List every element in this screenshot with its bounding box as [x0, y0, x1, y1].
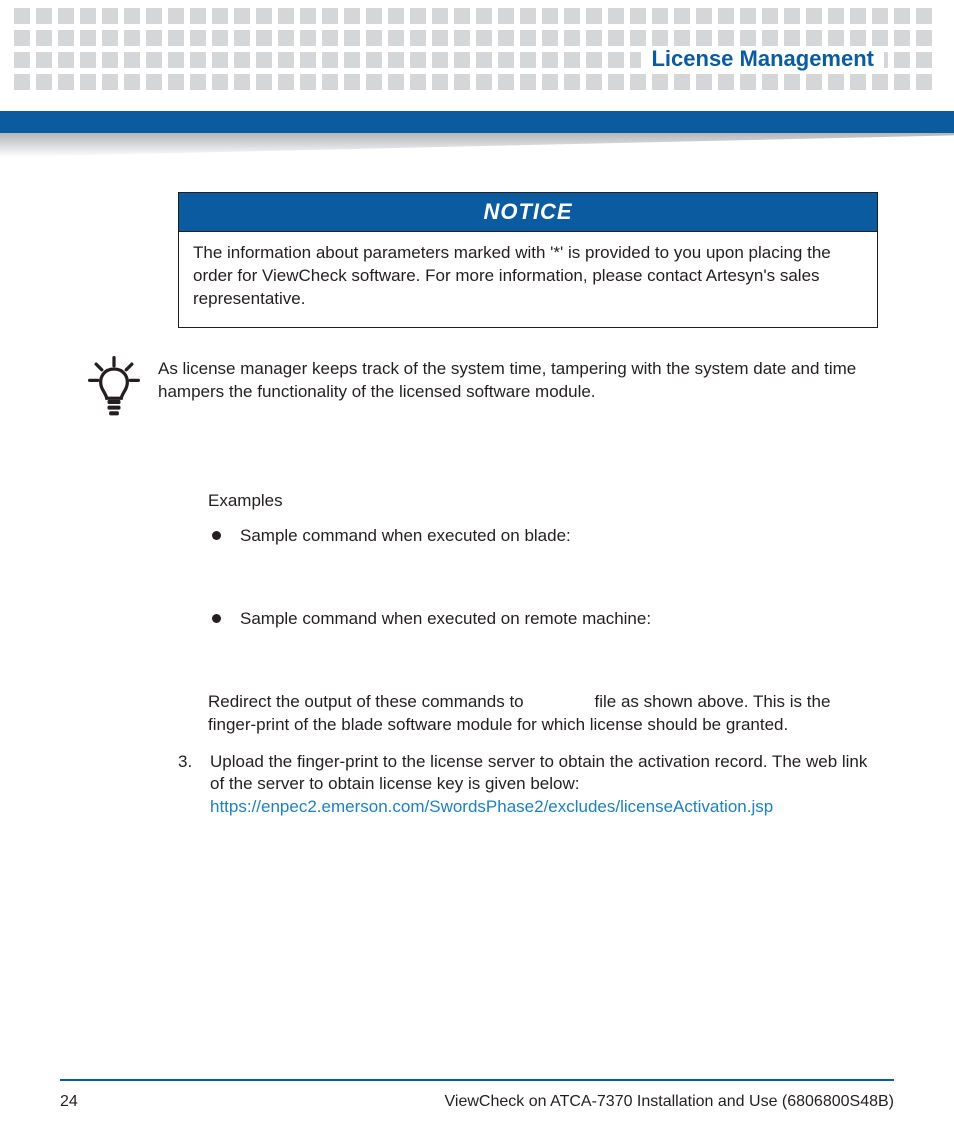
notice-body-text: The information about parameters marked … [179, 232, 877, 327]
header-blue-bar [0, 111, 954, 133]
notice-box: NOTICE The information about parameters … [178, 192, 878, 328]
redirect-text: Redirect the output of these commands to… [208, 691, 878, 737]
header-gray-wedge [0, 133, 954, 157]
step-text: Upload the finger-print to the license s… [210, 752, 867, 794]
step-3: 3. Upload the finger-print to the licens… [178, 751, 878, 820]
content-area: NOTICE The information about parameters … [78, 192, 880, 819]
examples-label: Examples [208, 490, 878, 513]
page-section-title: License Management [641, 46, 884, 72]
step-number: 3. [178, 751, 198, 820]
lightbulb-icon [88, 356, 140, 426]
tip-text: As license manager keeps track of the sy… [158, 356, 880, 426]
notice-heading: NOTICE [179, 193, 877, 232]
tip-block: As license manager keeps track of the sy… [78, 356, 880, 426]
license-activation-link[interactable]: https://enpec2.emerson.com/SwordsPhase2/… [210, 797, 773, 816]
document-title: ViewCheck on ATCA-7370 Installation and … [445, 1093, 894, 1111]
example-item: Sample command when executed on remote m… [212, 608, 878, 631]
examples-block: Examples Sample command when executed on… [208, 490, 878, 737]
footer-rule [60, 1079, 894, 1081]
example-item: Sample command when executed on blade: [212, 525, 878, 548]
footer: 24 ViewCheck on ATCA-7370 Installation a… [60, 1093, 894, 1111]
page-number: 24 [60, 1093, 78, 1111]
redirect-prefix: Redirect the output of these commands to [208, 692, 528, 711]
